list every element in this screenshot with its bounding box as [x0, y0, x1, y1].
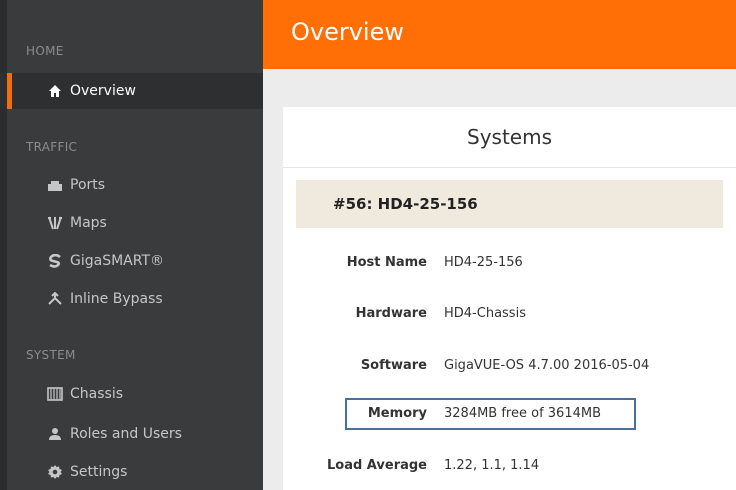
sidebar-item-inline-bypass[interactable]: Inline Bypass — [0, 281, 263, 317]
sidebar-item-label: Maps — [70, 215, 107, 231]
detail-key: Hardware — [355, 306, 427, 321]
sidebar-item-label: GigaSMART® — [70, 253, 165, 269]
divider — [283, 167, 736, 168]
detail-row-host-name: Host Name HD4-25-156 — [283, 248, 736, 278]
home-icon — [46, 73, 64, 109]
detail-row-hardware: Hardware HD4-Chassis — [283, 299, 736, 329]
detail-row-memory: Memory 3284MB free of 3614MB — [283, 399, 736, 429]
page-header: Overview — [263, 0, 736, 69]
sidebar-item-roles-and-users[interactable]: Roles and Users — [0, 416, 263, 452]
page-title: Overview — [291, 18, 404, 46]
detail-value: HD4-25-156 — [444, 255, 523, 270]
detail-key: Software — [360, 358, 427, 373]
panel-title: Systems — [467, 125, 552, 149]
section-label-home: HOME — [26, 44, 64, 58]
gigasmart-icon — [46, 243, 64, 279]
systems-panel: Systems #56: HD4-25-156 Host Name HD4-25… — [283, 107, 736, 490]
sidebar-item-label: Settings — [70, 464, 128, 480]
sidebar: HOME Overview TRAFFIC Ports Maps GigaSMA… — [0, 0, 263, 490]
sidebar-item-chassis[interactable]: Chassis — [0, 376, 263, 412]
section-label-traffic: TRAFFIC — [26, 140, 78, 154]
sidebar-item-label: Chassis — [70, 386, 123, 402]
maps-icon — [46, 205, 64, 241]
detail-value: GigaVUE-OS 4.7.00 2016-05-04 — [444, 358, 650, 373]
sidebar-item-overview[interactable]: Overview — [0, 73, 263, 109]
sidebar-item-label: Roles and Users — [70, 426, 182, 442]
detail-key: Load Average — [326, 458, 427, 473]
sidebar-item-maps[interactable]: Maps — [0, 205, 263, 241]
chassis-icon — [46, 376, 64, 412]
ports-icon — [46, 167, 64, 203]
detail-row-load-average: Load Average 1.22, 1.1, 1.14 — [283, 451, 736, 481]
detail-value: 1.22, 1.1, 1.14 — [444, 458, 540, 473]
sidebar-item-label: Overview — [70, 83, 136, 99]
detail-key: Host Name — [346, 255, 427, 270]
detail-row-software: Software GigaVUE-OS 4.7.00 2016-05-04 — [283, 351, 736, 381]
system-name: #56: HD4-25-156 — [333, 195, 478, 213]
section-label-system: SYSTEM — [26, 348, 76, 362]
inline-bypass-icon — [46, 281, 64, 317]
gear-icon — [46, 454, 64, 490]
detail-key: Memory — [367, 406, 427, 421]
sidebar-item-gigasmart[interactable]: GigaSMART® — [0, 243, 263, 279]
detail-value: 3284MB free of 3614MB — [444, 406, 601, 421]
user-icon — [46, 416, 64, 452]
sidebar-item-label: Ports — [70, 177, 106, 193]
sidebar-item-ports[interactable]: Ports — [0, 167, 263, 203]
sidebar-item-label: Inline Bypass — [70, 291, 163, 307]
system-header[interactable]: #56: HD4-25-156 — [296, 180, 723, 228]
detail-value: HD4-Chassis — [444, 306, 526, 321]
sidebar-item-settings[interactable]: Settings — [0, 454, 263, 490]
